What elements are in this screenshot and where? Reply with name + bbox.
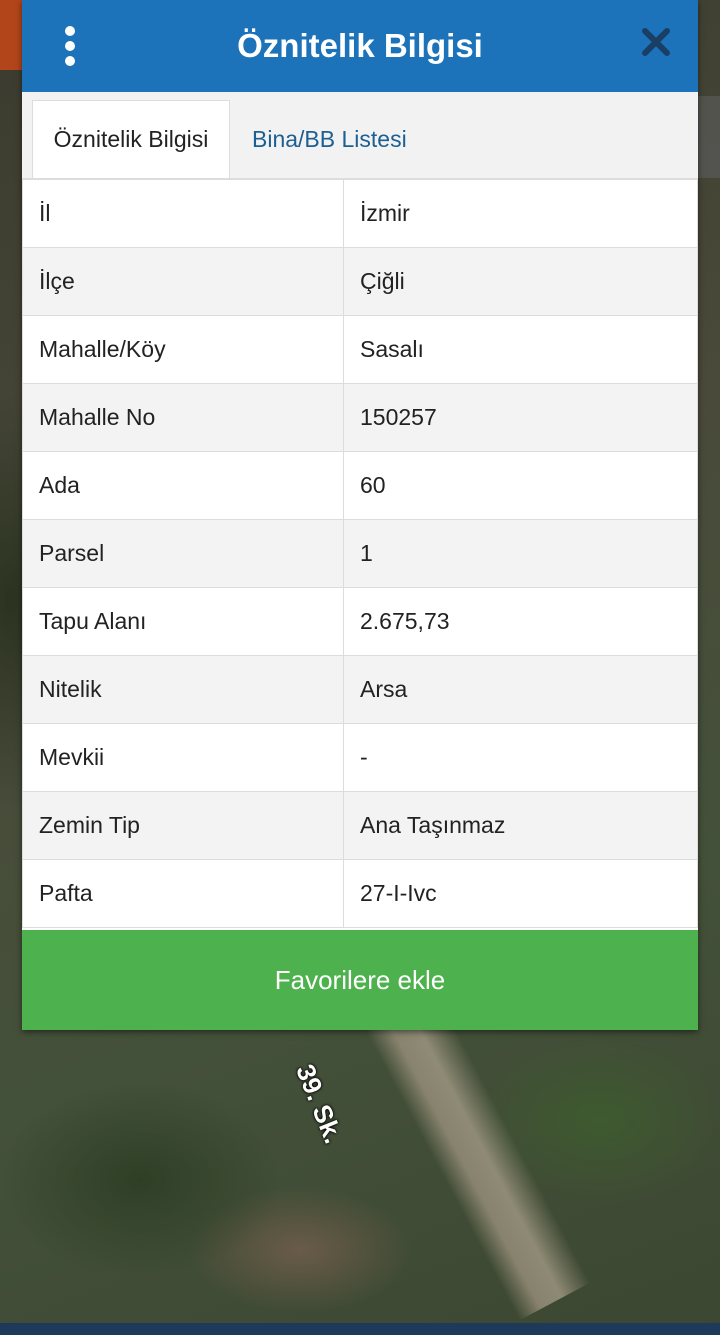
close-icon[interactable] [640, 26, 672, 58]
tab-bina-bb-listesi[interactable]: Bina/BB Listesi [234, 100, 425, 178]
table-row: Parsel 1 [22, 519, 698, 588]
attribute-key: Nitelik [22, 655, 344, 724]
add-to-favorites-button[interactable]: Favorilere ekle [22, 930, 698, 1030]
attribute-value: 27-I-Ivc [343, 859, 698, 928]
table-row: Zemin Tip Ana Taşınmaz [22, 791, 698, 860]
attribute-key: İl [22, 179, 344, 248]
attribute-key: İlçe [22, 247, 344, 316]
attribute-table: İl İzmir İlçe Çiğli Mahalle/Köy Sasalı M… [22, 179, 698, 928]
attribute-value: 1 [343, 519, 698, 588]
table-row: İlçe Çiğli [22, 247, 698, 316]
bottom-bar [0, 1323, 720, 1335]
table-row: Nitelik Arsa [22, 655, 698, 724]
attribute-key: Mahalle No [22, 383, 344, 452]
attribute-key: Pafta [22, 859, 344, 928]
map-edge-strip [0, 0, 22, 70]
scrollbar[interactable] [698, 96, 720, 178]
dialog-title: Öznitelik Bilgisi [237, 27, 483, 64]
attribute-key: Mevkii [22, 723, 344, 792]
attribute-key: Zemin Tip [22, 791, 344, 860]
table-row: Mevkii - [22, 723, 698, 792]
attribute-value: Arsa [343, 655, 698, 724]
attribute-key: Mahalle/Köy [22, 315, 344, 384]
table-row: Mahalle No 150257 [22, 383, 698, 452]
dialog-header: Öznitelik Bilgisi [22, 0, 698, 92]
attribute-value: Ana Taşınmaz [343, 791, 698, 860]
table-row: Tapu Alanı 2.675,73 [22, 587, 698, 656]
attribute-value: 2.675,73 [343, 587, 698, 656]
kebab-menu-icon[interactable] [60, 26, 80, 66]
attribute-key: Parsel [22, 519, 344, 588]
table-row: Ada 60 [22, 451, 698, 520]
table-row: Mahalle/Köy Sasalı [22, 315, 698, 384]
tab-oznitelik-bilgisi[interactable]: Öznitelik Bilgisi [32, 100, 230, 178]
table-row: Pafta 27-I-Ivc [22, 859, 698, 928]
attribute-value: Sasalı [343, 315, 698, 384]
attribute-value: İzmir [343, 179, 698, 248]
tab-bar: Öznitelik Bilgisi Bina/BB Listesi [22, 92, 698, 179]
table-row: İl İzmir [22, 179, 698, 248]
attribute-dialog: Öznitelik Bilgisi Öznitelik Bilgisi Bina… [22, 0, 698, 1030]
attribute-value: 150257 [343, 383, 698, 452]
attribute-value: Çiğli [343, 247, 698, 316]
attribute-key: Ada [22, 451, 344, 520]
attribute-value: - [343, 723, 698, 792]
attribute-key: Tapu Alanı [22, 587, 344, 656]
attribute-value: 60 [343, 451, 698, 520]
